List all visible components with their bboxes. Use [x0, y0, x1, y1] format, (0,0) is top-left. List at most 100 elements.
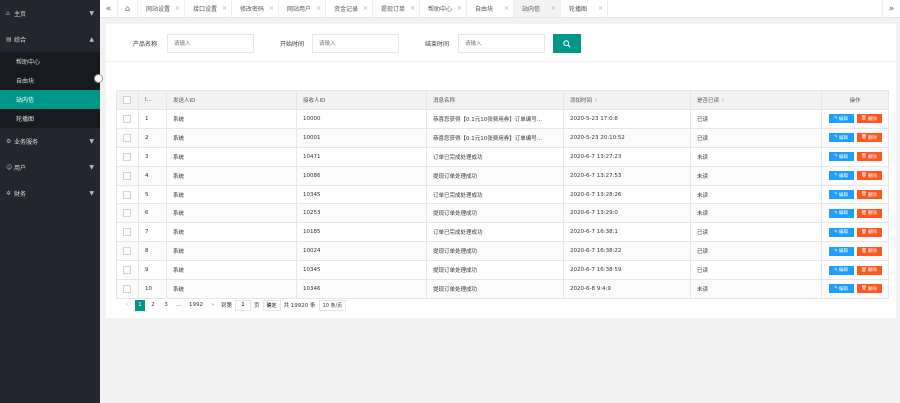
row-checkbox[interactable]: [116, 165, 139, 186]
sort-icon[interactable]: ⇕: [721, 98, 725, 104]
sidebar-item-messages[interactable]: 站内信: [0, 90, 100, 109]
col-sender[interactable]: 发送人ID: [166, 90, 297, 110]
col-receiver[interactable]: 接收人ID: [296, 90, 427, 110]
edit-button[interactable]: ✎ 编辑: [828, 133, 854, 143]
cell-title: 提现订单处理成功: [426, 165, 564, 186]
edit-button[interactable]: ✎ 编辑: [828, 152, 854, 162]
tab-free-block[interactable]: 自由块 ×: [467, 0, 514, 17]
row-checkbox[interactable]: [116, 203, 139, 224]
edit-button[interactable]: ✎ 编辑: [828, 208, 854, 218]
col-status[interactable]: 是否已读 ⇕: [690, 90, 822, 110]
tab-label: 修改密码: [240, 6, 265, 13]
close-icon[interactable]: ×: [410, 5, 415, 12]
row-checkbox[interactable]: [116, 127, 139, 148]
user-icon: ☺: [6, 163, 13, 171]
sidebar-group-user[interactable]: ☺ 用户 ▼: [0, 154, 100, 180]
sidebar-group-home[interactable]: ⌂ 主页 ▼: [0, 0, 100, 26]
close-icon[interactable]: ×: [363, 5, 368, 12]
cell-id: 8: [138, 241, 167, 262]
page-last[interactable]: 1992: [187, 300, 205, 311]
page-1[interactable]: 1: [135, 299, 145, 311]
cell-operations: ✎ 编辑 🗑 删除: [821, 184, 889, 205]
cell-operations: ✎ 编辑 🗑 删除: [821, 127, 889, 148]
col-title[interactable]: 消息名称: [426, 90, 564, 110]
sidebar-item-carousel[interactable]: 轮播图: [0, 109, 100, 128]
next-page-icon[interactable]: ›: [208, 300, 218, 311]
col-id[interactable]: I...: [138, 90, 167, 110]
edit-label: 编辑: [838, 249, 848, 255]
row-checkbox[interactable]: [116, 279, 139, 299]
sidebar-collapse-handle[interactable]: [94, 74, 103, 83]
edit-button[interactable]: ✎ 编辑: [828, 227, 854, 237]
sort-icon[interactable]: ⇕: [594, 98, 598, 104]
tab-site-settings[interactable]: 网站设置 ×: [138, 0, 185, 17]
pagination: ‹ 1 2 3 ... 1992 › 到第 页 确定 共 19920 条 10 …: [122, 299, 347, 311]
sidebar-group-general[interactable]: ▤ 综合 ▲: [0, 26, 100, 52]
delete-button[interactable]: 🗑 删除: [856, 171, 882, 181]
row-checkbox[interactable]: [116, 241, 139, 262]
delete-button[interactable]: 🗑 删除: [856, 284, 882, 294]
home-tab-icon[interactable]: ⌂: [118, 0, 138, 17]
tab-withdraw-orders[interactable]: 提现订单 ×: [373, 0, 420, 17]
close-icon[interactable]: ×: [222, 5, 227, 12]
sidebar-group-label: 用户: [14, 164, 27, 172]
close-icon[interactable]: ×: [504, 5, 509, 12]
page-size-select[interactable]: 10 条/页: [318, 299, 347, 311]
prev-page-icon[interactable]: ‹: [122, 300, 132, 311]
delete-button[interactable]: 🗑 删除: [856, 227, 882, 237]
close-icon[interactable]: ×: [316, 5, 321, 12]
tab-site-users[interactable]: 网站用户 ×: [279, 0, 326, 17]
row-checkbox[interactable]: [116, 109, 139, 129]
tab-help-center[interactable]: 帮助中心 ×: [420, 0, 467, 17]
goto-confirm-button[interactable]: 确定: [262, 299, 281, 311]
tab-carousel[interactable]: 轮播图 ×: [561, 0, 608, 17]
select-all-checkbox[interactable]: [116, 90, 139, 110]
close-icon[interactable]: ×: [551, 5, 556, 12]
edit-button[interactable]: ✎ 编辑: [828, 171, 854, 181]
tab-messages[interactable]: 站内信 ×: [514, 0, 561, 17]
tab-change-password[interactable]: 修改密码 ×: [232, 0, 279, 17]
tab-api-settings[interactable]: 接口设置 ×: [185, 0, 232, 17]
goto-page-input[interactable]: [235, 299, 252, 311]
delete-button[interactable]: 🗑 删除: [856, 133, 882, 143]
tab-fund-records[interactable]: 资金记录 ×: [326, 0, 373, 17]
delete-button[interactable]: 🗑 删除: [856, 152, 882, 162]
product-name-input[interactable]: [167, 34, 254, 53]
close-icon[interactable]: ×: [269, 5, 274, 12]
delete-button[interactable]: 🗑 删除: [856, 265, 882, 275]
delete-button[interactable]: 🗑 删除: [856, 114, 882, 124]
tabs-scroll-left-icon[interactable]: «: [100, 0, 118, 17]
page-2[interactable]: 2: [148, 300, 158, 311]
close-icon[interactable]: ×: [175, 5, 180, 12]
edit-button[interactable]: ✎ 编辑: [828, 265, 854, 275]
cell-status: 已读: [690, 260, 822, 281]
delete-button[interactable]: 🗑 删除: [856, 246, 882, 256]
start-time-input[interactable]: [312, 34, 399, 53]
delete-button[interactable]: 🗑 删除: [856, 208, 882, 218]
row-checkbox[interactable]: [116, 184, 139, 205]
table-row: 9 系统 10345 提现订单处理成功 2020-6-7 16:38:59 已读 ✎ 编辑 🗑 删…: [116, 260, 889, 281]
page-3[interactable]: 3: [161, 300, 171, 311]
edit-button[interactable]: ✎ 编辑: [828, 246, 854, 256]
edit-button[interactable]: ✎ 编辑: [828, 190, 854, 199]
edit-label: 编辑: [838, 173, 848, 179]
cell-id: 2: [138, 127, 167, 148]
row-checkbox[interactable]: [116, 146, 139, 167]
sidebar-group-business[interactable]: ⚙ 业务服务 ▼: [0, 128, 100, 154]
edit-button[interactable]: ✎ 编辑: [828, 114, 854, 124]
edit-button[interactable]: ✎ 编辑: [828, 284, 854, 294]
sidebar-item-help[interactable]: 帮助中心: [0, 52, 100, 71]
cell-id: 5: [138, 184, 167, 205]
sidebar-group-finance[interactable]: ✲ 财务 ▼: [0, 180, 100, 206]
search-button[interactable]: [553, 34, 581, 53]
delete-button[interactable]: 🗑 删除: [856, 190, 882, 199]
end-time-input[interactable]: [458, 34, 545, 53]
close-icon[interactable]: ×: [598, 5, 603, 12]
tabs-scroll-right-icon[interactable]: »: [882, 0, 900, 17]
row-checkbox[interactable]: [116, 260, 139, 281]
sidebar-item-freeblock[interactable]: 自由块: [0, 71, 100, 90]
row-checkbox[interactable]: [116, 222, 139, 243]
chevron-down-icon: ▼: [89, 163, 94, 171]
col-time[interactable]: 添加时间 ⇕: [563, 90, 691, 110]
close-icon[interactable]: ×: [457, 5, 462, 12]
